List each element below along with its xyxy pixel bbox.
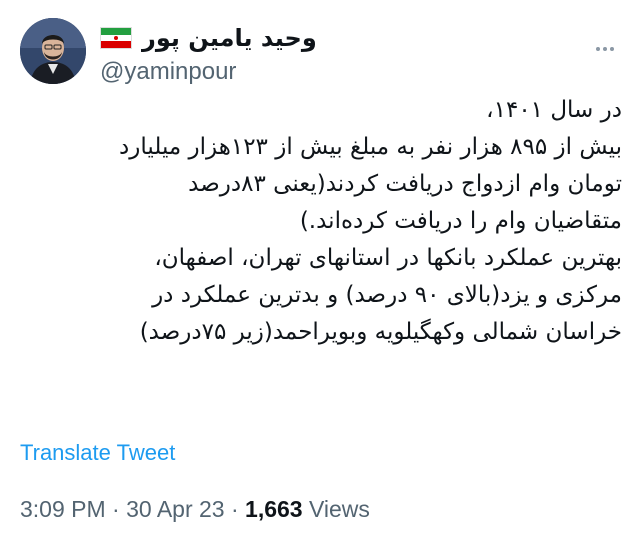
tweet-time[interactable]: 3:09 PM — [20, 496, 106, 522]
tweet-meta: 3:09 PM · 30 Apr 23 · 1,663 Views — [20, 496, 370, 523]
tweet-line: بهترین عملکرد بانکها در استانهای تهران، … — [154, 245, 622, 271]
author-display-name[interactable]: وحید یامین پور — [142, 18, 317, 58]
author-name-row[interactable]: وحید یامین پور — [100, 18, 317, 58]
tweet-text: در سال ۱۴۰۱، بیش از ۸۹۵ هزار نفر به مبلغ… — [14, 92, 622, 351]
tweet-line: تومان وام ازدواج دریافت کردند(یعنی ۸۳درص… — [188, 171, 622, 197]
author-handle[interactable]: @yaminpour — [100, 58, 236, 86]
avatar[interactable] — [20, 18, 86, 84]
more-options-icon[interactable] — [588, 36, 622, 62]
tweet-line: بیش از ۸۹۵ هزار نفر به مبلغ بیش از ۱۲۳هز… — [119, 134, 622, 160]
tweet-line: در سال ۱۴۰۱، — [486, 97, 622, 123]
tweet-line: مرکزی و یزد(بالای ۹۰ درصد) و بدترین عملک… — [152, 282, 622, 308]
meta-separator: · — [230, 496, 239, 522]
meta-separator: · — [112, 496, 120, 522]
iran-flag-icon — [100, 27, 132, 49]
views-label[interactable]: Views — [309, 496, 370, 522]
translate-tweet-link[interactable]: Translate Tweet — [20, 440, 175, 466]
views-count[interactable]: 1,663 — [245, 496, 303, 522]
tweet-date[interactable]: 30 Apr 23 — [126, 496, 224, 522]
tweet-line: متقاضیان وام را دریافت کرده‌اند.) — [299, 208, 622, 234]
tweet-line: خراسان شمالی وکهگیلویه وبویراحمد(زیر ۷۵د… — [139, 319, 622, 345]
profile-photo — [20, 18, 86, 84]
